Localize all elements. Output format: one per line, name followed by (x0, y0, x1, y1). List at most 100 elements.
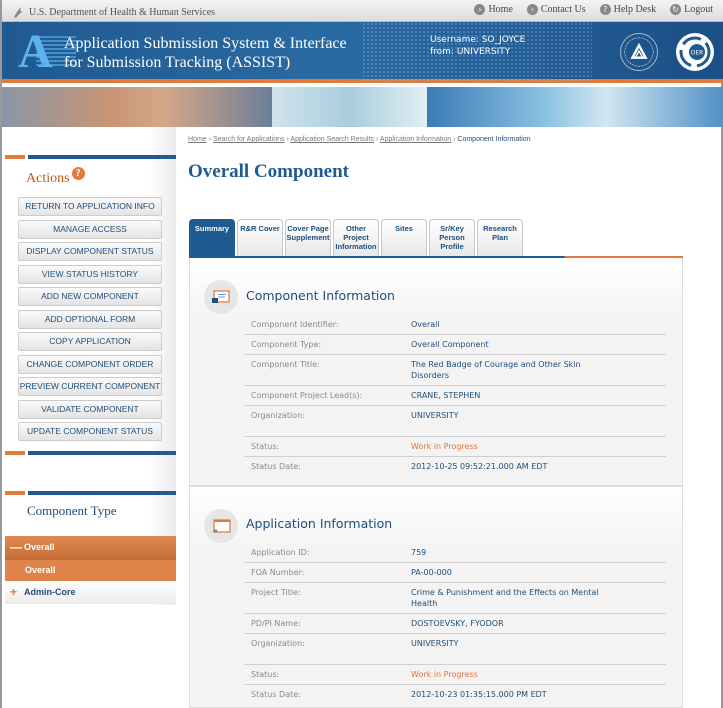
field-row-status-date: Status Date: 2012-10-25 09:52:21.000 AM E… (244, 457, 666, 476)
sidebar-divider (5, 451, 176, 455)
field-label: Status: (251, 442, 280, 451)
field-label: Status Date: (251, 462, 301, 471)
sidebar-divider (5, 155, 176, 159)
update-component-status-button[interactable]: UPDATE COMPONENT STATUS (18, 422, 162, 441)
field-row-organization: Organization: UNIVERSITY (244, 634, 666, 665)
oer-logo-icon[interactable]: OER (676, 33, 714, 71)
help-desk-link[interactable]: ? Help Desk (599, 4, 657, 15)
return-to-application-info-button[interactable]: RETURN TO APPLICATION INFO (18, 197, 162, 216)
svg-text:»: » (213, 526, 218, 535)
username-value: SO_JOYCE (481, 35, 526, 45)
expand-icon[interactable]: + (10, 585, 24, 599)
view-status-history-button[interactable]: VIEW STATUS HISTORY (18, 264, 162, 284)
home-link[interactable]: › Home (474, 4, 513, 15)
field-value: UNIVERSITY (411, 411, 459, 420)
hhs-department[interactable]: U.S. Department of Health & Human Servic… (12, 5, 215, 19)
username-label: Username: (430, 35, 479, 45)
tab-other-project-information[interactable]: Other Project Information (333, 219, 379, 256)
component-info-fields: Component Identifier: Overall Component T… (244, 315, 666, 476)
breadcrumb-application-information[interactable]: Application Information (380, 136, 451, 143)
logout-link-label: Logout (684, 4, 713, 15)
tab-summary[interactable]: Summary (189, 219, 235, 257)
status-badge: Work in Progress (411, 670, 478, 679)
assist-logo[interactable]: A (18, 28, 76, 76)
field-label: Component Identifier: (251, 320, 339, 329)
tab-rr-cover[interactable]: R&R Cover (237, 219, 283, 256)
field-value: 2012-10-23 01:35:15.000 PM EDT (411, 690, 547, 699)
top-bar: U.S. Department of Health & Human Servic… (2, 0, 723, 22)
breadcrumb-search-for-applications[interactable]: Search for Applications (213, 136, 285, 143)
field-row-status: Status: Work in Progress (244, 437, 666, 457)
field-value: The Red Badge of Courage and Other Skin … (411, 360, 581, 380)
field-row-pd-pi-name: PD/PI Name: DOSTOEVSKY, FYODOR (244, 614, 666, 634)
validate-component-button[interactable]: VALIDATE COMPONENT (18, 399, 162, 419)
tree-item-label: Overall (24, 542, 55, 553)
field-label: Organization: (251, 411, 305, 420)
breadcrumb: Home › Search for Applications › Applica… (188, 136, 531, 143)
utility-links: › Home › Contact Us ? Help Desk ↻ Logout (474, 4, 713, 15)
header-banner: A Application Submission System & Interf… (2, 22, 723, 83)
tree-item-admin-core[interactable]: + Admin-Core (5, 581, 176, 604)
field-row-component-title: Component Title: The Red Badge of Courage… (244, 355, 666, 386)
field-value: Overall Component (411, 340, 489, 349)
help-question-icon[interactable]: ? (71, 167, 85, 180)
tab-research-plan[interactable]: Research Plan (477, 219, 523, 256)
breadcrumb-application-search-results[interactable]: Application Search Results (290, 136, 374, 143)
manage-access-button[interactable]: MANAGE ACCESS (18, 219, 162, 239)
actions-heading: Actions ? (26, 167, 85, 187)
change-component-order-button[interactable]: CHANGE COMPONENT ORDER (18, 354, 162, 374)
hhs-eagle-icon (14, 7, 23, 18)
display-component-status-button[interactable]: DISPLAY COMPONENT STATUS (18, 242, 162, 261)
user-info: Username: SO_JOYCE from: UNIVERSITY (430, 34, 525, 58)
field-label: PD/PI Name: (251, 619, 301, 628)
help-icon: ? (599, 4, 611, 15)
status-badge: Work in Progress (411, 442, 478, 451)
field-row-status: Status: Work in Progress (244, 665, 666, 685)
field-label: Status Date: (251, 690, 301, 699)
field-label: Application ID: (251, 548, 310, 557)
application-info-icon: » (204, 509, 238, 543)
logout-link[interactable]: ↻ Logout (670, 4, 713, 15)
logout-icon: ↻ (670, 4, 682, 15)
sidebar-divider (5, 491, 176, 495)
component-information-panel: Component Information Component Identifi… (189, 258, 683, 486)
field-row-organization: Organization: UNIVERSITY (244, 406, 666, 437)
breadcrumb-separator: › (376, 136, 379, 143)
photo-hands-keyboard (2, 87, 272, 127)
add-new-component-button[interactable]: ADD NEW COMPONENT (18, 287, 162, 306)
component-tree: — Overall Overall + Admin-Core (5, 536, 176, 604)
page-title: Overall Component (188, 161, 349, 182)
contact-us-link-label: Contact Us (540, 4, 586, 15)
copy-application-button[interactable]: COPY APPLICATION (18, 332, 162, 351)
tree-item-label: Overall (25, 565, 56, 576)
application-information-panel: » Application Information Application ID… (189, 486, 683, 708)
tree-item-overall-selected[interactable]: Overall (5, 558, 176, 581)
nih-logo-icon[interactable] (620, 33, 658, 71)
from-label: from: (430, 47, 454, 57)
field-row-component-identifier: Component Identifier: Overall (244, 315, 666, 335)
app-title-line2: for Submission Tracking (ASSIST) (64, 54, 291, 71)
app-title: Application Submission System & Interfac… (64, 34, 347, 72)
breadcrumb-home[interactable]: Home (188, 136, 207, 143)
field-value: Crime & Punishment and the Effects on Me… (411, 588, 599, 608)
header-photo-strip (2, 87, 723, 127)
tab-sr-key-person-profile[interactable]: Sr/Key Person Profile (429, 219, 475, 256)
component-info-title: Component Information (246, 288, 395, 303)
preview-current-component-button[interactable]: PREVIEW CURRENT COMPONENT (18, 377, 162, 396)
actions-list: RETURN TO APPLICATION INFO MANAGE ACCESS… (18, 197, 162, 445)
field-value: CRANE, STEPHEN (411, 391, 481, 400)
tab-sites[interactable]: Sites (381, 219, 427, 256)
field-value: UNIVERSITY (411, 639, 459, 648)
contact-us-link[interactable]: › Contact Us (526, 4, 586, 15)
contact-icon: › (526, 4, 538, 15)
breadcrumb-current: Component Information (457, 136, 531, 143)
tree-item-overall-expanded[interactable]: — Overall (5, 536, 176, 559)
collapse-icon[interactable]: — (10, 540, 24, 554)
field-row-component-type: Component Type: Overall Component (244, 335, 666, 355)
component-type-heading: Component Type (27, 503, 117, 518)
tab-bar: Summary R&R Cover Cover Page Supplement … (189, 219, 523, 257)
application-info-title: Application Information (246, 516, 393, 531)
tab-cover-page-supplement[interactable]: Cover Page Supplement (285, 219, 331, 256)
add-optional-form-button[interactable]: ADD OPTIONAL FORM (18, 309, 162, 329)
help-desk-link-label: Help Desk (613, 4, 657, 15)
